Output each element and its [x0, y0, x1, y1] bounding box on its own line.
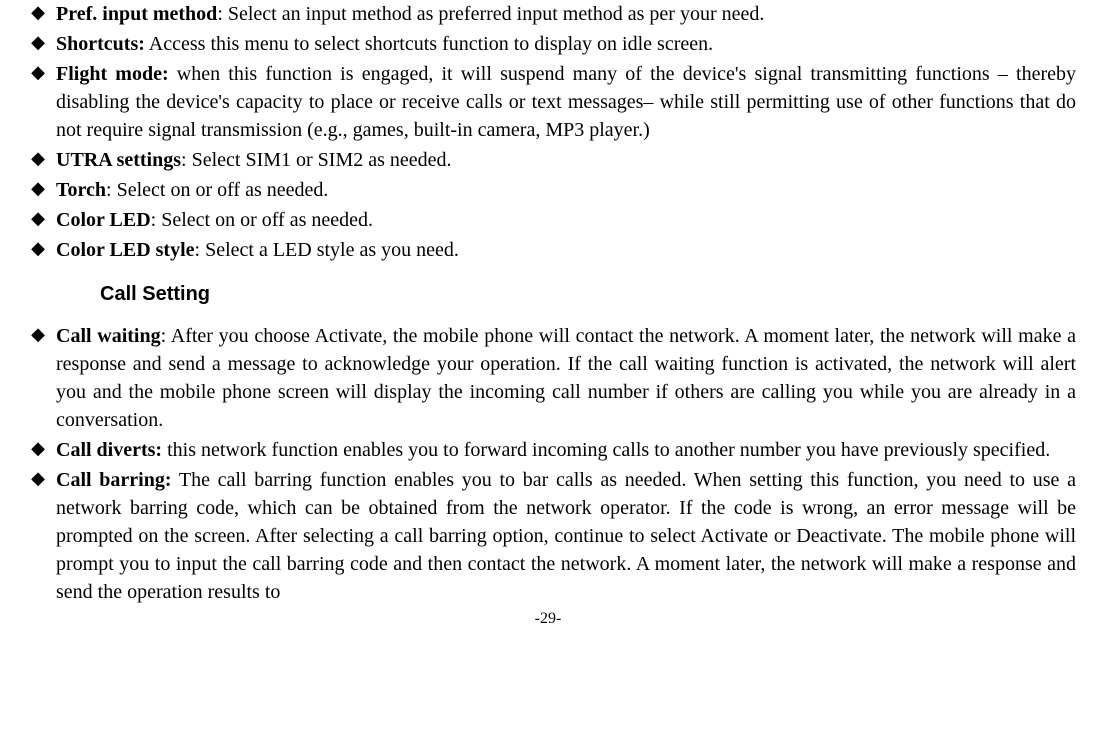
list-item-text: The call barring function enables you to…: [56, 469, 1076, 603]
list-item-label: Shortcuts:: [56, 33, 145, 55]
list-item-label: Call waiting: [56, 325, 161, 347]
list-item-text: Select on or off as needed.: [161, 209, 373, 231]
diamond-bullet-icon: ◆: [20, 0, 56, 25]
diamond-bullet-icon: ◆: [20, 176, 56, 201]
list-item-label: Call barring:: [56, 469, 172, 491]
list-item-content: UTRA settings: Select SIM1 or SIM2 as ne…: [56, 146, 1076, 174]
list-item-text: After you choose Activate, the mobile ph…: [56, 325, 1076, 431]
list-item-separator: :: [217, 3, 228, 25]
list-item: ◆Color LED: Select on or off as needed.: [20, 206, 1076, 234]
list-item: ◆Call diverts: this network function ena…: [20, 436, 1076, 464]
list-item-separator: :: [195, 239, 206, 261]
list-item-label: UTRA settings: [56, 149, 181, 171]
list-item-label: Color LED: [56, 209, 151, 231]
list-group-1: ◆Pref. input method: Select an input met…: [20, 0, 1076, 264]
diamond-bullet-icon: ◆: [20, 436, 56, 461]
list-item: ◆Call waiting: After you choose Activate…: [20, 322, 1076, 434]
list-item-content: Pref. input method: Select an input meth…: [56, 0, 1076, 28]
diamond-bullet-icon: ◆: [20, 60, 56, 85]
list-item: ◆Torch: Select on or off as needed.: [20, 176, 1076, 204]
diamond-bullet-icon: ◆: [20, 206, 56, 231]
section-heading-call-setting: Call Setting: [100, 280, 1076, 308]
list-group-2: ◆Call waiting: After you choose Activate…: [20, 322, 1076, 606]
list-item-text: Select a LED style as you need.: [205, 239, 459, 261]
list-item-text: when this function is engaged, it will s…: [56, 63, 1076, 141]
list-item-content: Color LED: Select on or off as needed.: [56, 206, 1076, 234]
list-item-label: Pref. input method: [56, 3, 217, 25]
list-item-text: Select on or off as needed.: [117, 179, 329, 201]
diamond-bullet-icon: ◆: [20, 146, 56, 171]
list-item-separator: [172, 469, 179, 491]
list-item-content: Shortcuts: Access this menu to select sh…: [56, 30, 1076, 58]
list-item-separator: [169, 63, 177, 85]
list-item-separator: :: [151, 209, 162, 231]
list-item-label: Torch: [56, 179, 106, 201]
list-item: ◆UTRA settings: Select SIM1 or SIM2 as n…: [20, 146, 1076, 174]
list-item: ◆Color LED style: Select a LED style as …: [20, 236, 1076, 264]
list-item-content: Call diverts: this network function enab…: [56, 436, 1076, 464]
diamond-bullet-icon: ◆: [20, 466, 56, 491]
list-item-content: Call barring: The call barring function …: [56, 466, 1076, 606]
diamond-bullet-icon: ◆: [20, 322, 56, 347]
list-item-content: Color LED style: Select a LED style as y…: [56, 236, 1076, 264]
list-item-text: Select an input method as preferred inpu…: [228, 3, 765, 25]
list-item-content: Call waiting: After you choose Activate,…: [56, 322, 1076, 434]
list-item: ◆Flight mode: when this function is enga…: [20, 60, 1076, 144]
list-item-content: Flight mode: when this function is engag…: [56, 60, 1076, 144]
list-item-separator: :: [106, 179, 117, 201]
list-item-label: Call diverts:: [56, 439, 162, 461]
list-item-label: Color LED style: [56, 239, 195, 261]
list-item-text: this network function enables you to for…: [167, 439, 1050, 461]
diamond-bullet-icon: ◆: [20, 30, 56, 55]
list-item: ◆Call barring: The call barring function…: [20, 466, 1076, 606]
list-item-separator: :: [161, 325, 171, 347]
list-item-text: Select SIM1 or SIM2 as needed.: [192, 149, 452, 171]
page-number: -29-: [20, 608, 1076, 630]
list-item: ◆Shortcuts: Access this menu to select s…: [20, 30, 1076, 58]
list-item: ◆Pref. input method: Select an input met…: [20, 0, 1076, 28]
list-item-text: Access this menu to select shortcuts fun…: [149, 33, 713, 55]
diamond-bullet-icon: ◆: [20, 236, 56, 261]
list-item-content: Torch: Select on or off as needed.: [56, 176, 1076, 204]
list-item-label: Flight mode:: [56, 63, 169, 85]
document-page: ◆Pref. input method: Select an input met…: [20, 0, 1076, 630]
list-item-separator: :: [181, 149, 192, 171]
